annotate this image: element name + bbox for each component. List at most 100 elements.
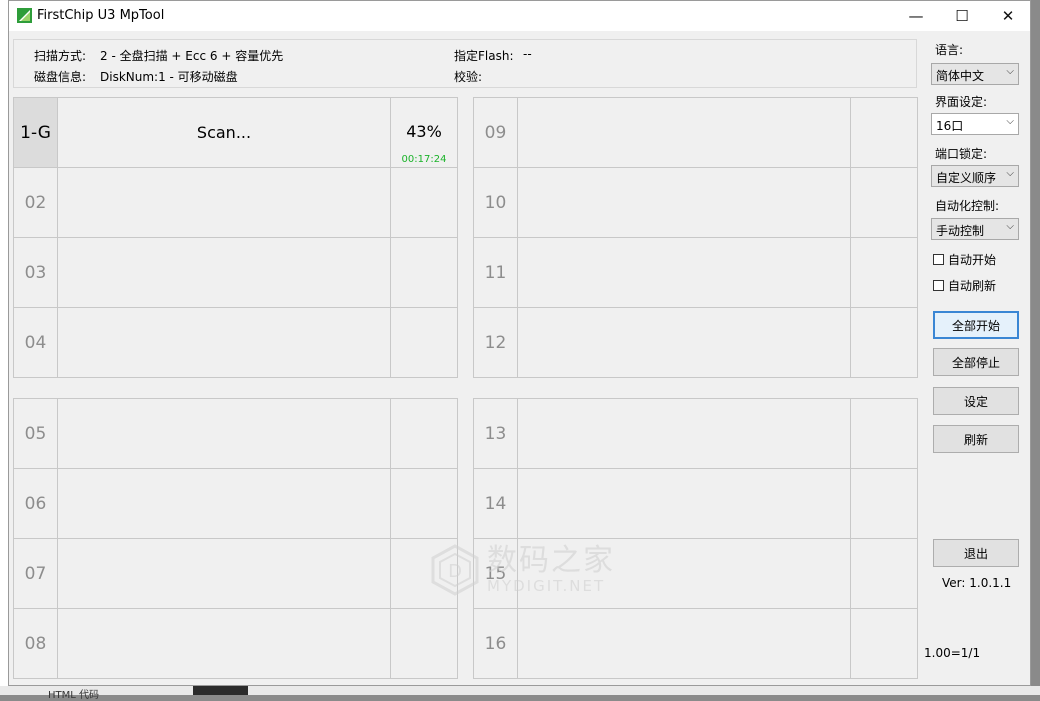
port-percent: 43% [406,122,442,141]
port-row[interactable]: 03 [14,238,457,308]
port-status [58,609,390,678]
checkbox-box[interactable] [933,280,944,291]
port-number: 04 [14,308,58,377]
maximize-button[interactable]: ☐ [939,1,985,31]
port-progress [390,238,457,307]
watermark-cn-text: 数码之家 [487,543,615,578]
main-window: FirstChip U3 MpTool — ☐ ✕ 扫描方式: 2 - 全盘扫描… [8,0,1031,686]
port-status [58,539,390,608]
flash-value: -- [523,47,532,61]
port-status [518,238,850,307]
port-number: 10 [474,168,518,237]
port-number: 12 [474,308,518,377]
ui-setting-label: 界面设定: [935,95,988,109]
auto-start-checkbox[interactable]: 自动开始 [933,251,996,268]
auto-control-select-value: 手动控制 [936,224,985,238]
port-row[interactable]: 10 [474,168,917,238]
port-group-4: 13 14 15 16 [473,398,918,679]
port-progress [850,238,917,307]
port-progress [850,399,917,468]
port-elapsed-time: 00:17:24 [401,154,447,165]
port-status [518,469,850,538]
start-all-button[interactable]: 全部开始 [933,311,1019,339]
port-progress [390,609,457,678]
port-progress: 43% 00:17:24 [390,98,457,167]
auto-control-label: 自动化控制: [935,199,1000,213]
scan-mode-label: 扫描方式: [34,49,87,63]
port-status [518,609,850,678]
port-status: Scan... [196,123,252,142]
background-taskbar [0,686,1040,695]
port-progress [850,168,917,237]
port-status [518,399,850,468]
port-row[interactable]: 12 [474,308,917,377]
watermark-en-text: MYDIGIT.NET [487,577,606,595]
background-dark-block [193,686,248,695]
port-number: 03 [14,238,58,307]
port-row[interactable]: 05 [14,399,457,469]
svg-text:D: D [448,561,462,582]
port-status [58,469,390,538]
port-number: 11 [474,238,518,307]
port-status [518,308,850,377]
port-row[interactable]: 1-G Scan... 43% 00:17:24 [14,98,457,168]
port-status [518,98,850,167]
auto-refresh-label: 自动刷新 [948,279,997,293]
chevron-down-icon: ⌵ [1006,221,1014,232]
ui-setting-select-value: 16口 [936,119,964,133]
port-number: 02 [14,168,58,237]
minimize-button[interactable]: — [893,1,939,31]
port-progress [850,539,917,608]
port-number: 13 [474,399,518,468]
ui-setting-select[interactable]: 16口 ⌵ [931,113,1019,135]
port-lock-select[interactable]: 自定义顺序 ⌵ [931,165,1019,187]
auto-refresh-checkbox[interactable]: 自动刷新 [933,277,996,294]
port-progress [850,469,917,538]
port-row[interactable]: 14 [474,469,917,539]
verify-label: 校验: [454,70,483,84]
port-group-1: 1-G Scan... 43% 00:17:24 02 03 04 [13,97,458,378]
disk-info-value: DiskNum:1 - 可移动磁盘 [100,70,238,84]
port-number: 07 [14,539,58,608]
checkbox-box[interactable] [933,254,944,265]
info-panel: 扫描方式: 2 - 全盘扫描 + Ecc 6 + 容量优先 磁盘信息: Disk… [13,39,917,88]
language-select[interactable]: 简体中文 ⌵ [931,63,1019,85]
port-row[interactable]: 07 [14,539,457,609]
port-number: 05 [14,399,58,468]
chevron-down-icon: ⌵ [1006,66,1014,77]
port-row[interactable]: 02 [14,168,457,238]
port-row[interactable]: 04 [14,308,457,377]
port-progress [390,469,457,538]
port-row[interactable]: 11 [474,238,917,308]
port-number: 14 [474,469,518,538]
exit-button[interactable]: 退出 [933,539,1019,567]
background-window-edge [0,0,8,695]
port-group-3: 05 06 07 08 [13,398,458,679]
port-status [518,168,850,237]
refresh-button[interactable]: 刷新 [933,425,1019,453]
port-row[interactable]: 08 [14,609,457,678]
port-row[interactable]: 09 [474,98,917,168]
chevron-down-icon: ⌵ [1006,168,1014,179]
port-row[interactable]: 13 [474,399,917,469]
ratio-label: 1.00=1/1 [924,646,981,660]
port-status [58,308,390,377]
settings-button[interactable]: 设定 [933,387,1019,415]
port-row[interactable]: 06 [14,469,457,539]
port-group-2: 09 10 11 12 [473,97,918,378]
port-status [58,238,390,307]
port-progress [390,168,457,237]
port-number: 16 [474,609,518,678]
flash-label: 指定Flash: [454,49,514,63]
close-button[interactable]: ✕ [985,1,1031,31]
stop-all-button[interactable]: 全部停止 [933,348,1019,376]
port-progress [850,609,917,678]
port-lock-select-value: 自定义顺序 [936,171,997,185]
disk-info-label: 磁盘信息: [34,70,87,84]
auto-control-select[interactable]: 手动控制 ⌵ [931,218,1019,240]
port-number: 06 [14,469,58,538]
port-row[interactable]: 16 [474,609,917,678]
port-progress [850,98,917,167]
port-progress [850,308,917,377]
language-select-value: 简体中文 [936,69,985,83]
